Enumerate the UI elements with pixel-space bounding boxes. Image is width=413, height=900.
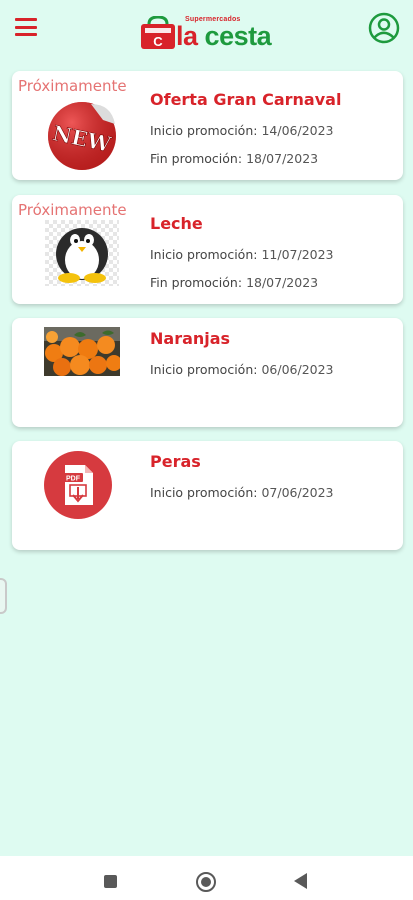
shopping-bag-icon: C <box>141 16 175 49</box>
start-date-row: Inicio promoción: 11/07/2023 <box>150 247 334 262</box>
promotion-card[interactable]: PDF Peras Inicio promoción: 07/06/2023 <box>12 441 403 550</box>
promotion-title: Leche <box>150 214 203 233</box>
penguin-image <box>45 220 119 286</box>
start-date-value: 11/07/2023 <box>261 247 334 262</box>
recent-apps-icon[interactable] <box>104 875 117 888</box>
promotion-title: Peras <box>150 452 201 471</box>
start-date-row: Inicio promoción: 14/06/2023 <box>150 123 334 138</box>
promotion-card[interactable]: Naranjas Inicio promoción: 06/06/2023 <box>12 318 403 427</box>
pdf-icon: PDF <box>44 451 112 519</box>
start-date-label: Inicio promoción: <box>150 362 258 377</box>
logo-letter: C <box>153 34 163 49</box>
logo-title: la cesta <box>176 21 272 51</box>
start-date-label: Inicio promoción: <box>150 123 258 138</box>
logo-title-cesta: cesta <box>204 21 272 51</box>
home-icon[interactable] <box>196 872 216 892</box>
coming-soon-badge: Próximamente <box>18 77 127 95</box>
end-date-row: Fin promoción: 18/07/2023 <box>150 151 318 166</box>
end-date-label: Fin promoción: <box>150 275 243 290</box>
brand-logo: C Supermercados la cesta <box>140 10 280 52</box>
end-date-value: 18/07/2023 <box>246 151 319 166</box>
back-icon[interactable] <box>294 873 307 889</box>
start-date-value: 14/06/2023 <box>261 123 334 138</box>
hamburger-icon-bar <box>15 25 37 29</box>
promotion-title: Oferta Gran Carnaval <box>150 90 342 109</box>
start-date-value: 06/06/2023 <box>261 362 334 377</box>
system-navigation-bar <box>0 856 413 900</box>
coming-soon-badge: Próximamente <box>18 201 127 219</box>
menu-button[interactable] <box>15 18 37 36</box>
promotion-card[interactable]: Próximamente NEW Oferta Gran Carnaval In… <box>12 71 403 180</box>
edge-panel-handle[interactable] <box>0 578 7 614</box>
logo-title-la: la <box>176 21 198 51</box>
account-icon[interactable] <box>368 12 400 44</box>
new-sticker-image: NEW <box>48 102 116 170</box>
oranges-image <box>44 327 120 376</box>
start-date-label: Inicio promoción: <box>150 485 258 500</box>
end-date-label: Fin promoción: <box>150 151 243 166</box>
start-date-value: 07/06/2023 <box>261 485 334 500</box>
start-date-label: Inicio promoción: <box>150 247 258 262</box>
end-date-value: 18/07/2023 <box>246 275 319 290</box>
promotion-title: Naranjas <box>150 329 231 348</box>
hamburger-icon-bar <box>15 18 37 21</box>
end-date-row: Fin promoción: 18/07/2023 <box>150 275 318 290</box>
hamburger-icon-bar <box>15 33 37 36</box>
start-date-row: Inicio promoción: 07/06/2023 <box>150 485 334 500</box>
start-date-row: Inicio promoción: 06/06/2023 <box>150 362 334 377</box>
pdf-icon-text: PDF <box>66 476 81 483</box>
app-header: C Supermercados la cesta <box>0 0 413 60</box>
promotion-card[interactable]: Próximamente Leche Inicio promoción: 11/0… <box>12 195 403 304</box>
